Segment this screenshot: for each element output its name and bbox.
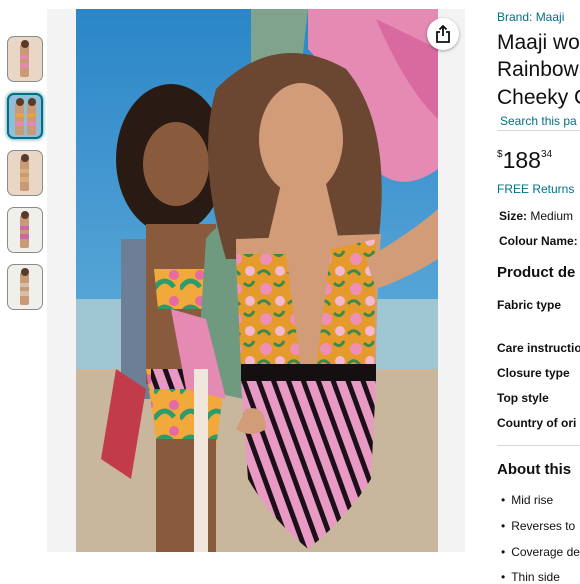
about-bullet: Coverage de bbox=[501, 545, 580, 559]
product-title-line-2: Rainbow bbox=[497, 58, 579, 81]
about-this-item-heading: About this bbox=[497, 461, 572, 478]
product-title-line-3: Cheeky C bbox=[497, 86, 580, 109]
spec-top-style: Top style bbox=[497, 391, 549, 405]
size-value: Medium bbox=[530, 209, 574, 223]
colour-selection: Colour Name: bbox=[499, 234, 578, 248]
colour-label: Colour Name: bbox=[499, 234, 578, 248]
thumbnail-1[interactable] bbox=[7, 36, 43, 82]
spec-care-instructions: Care instructio bbox=[497, 341, 580, 355]
price-currency: $ bbox=[497, 149, 503, 160]
about-bullet: Reverses to bbox=[501, 519, 575, 533]
spec-fabric-type: Fabric type bbox=[497, 298, 562, 312]
thumbnail-3[interactable] bbox=[7, 150, 43, 196]
search-this-page-link[interactable]: Search this pa bbox=[500, 114, 577, 128]
brand-link[interactable]: Brand: Maaji bbox=[497, 10, 564, 24]
product-details-heading: Product de bbox=[497, 264, 576, 281]
spec-country-of-origin: Country of ori bbox=[497, 416, 577, 430]
size-label: Size: bbox=[499, 209, 528, 223]
price-whole: 188 bbox=[502, 147, 541, 173]
thumbnail-2[interactable] bbox=[7, 93, 43, 139]
share-button[interactable] bbox=[427, 18, 459, 50]
product-title-line-1: Maaji wo bbox=[497, 31, 580, 54]
about-bullet: Mid rise bbox=[501, 493, 553, 507]
product-main-image[interactable] bbox=[76, 9, 438, 552]
share-icon bbox=[436, 25, 450, 43]
thumbnail-5[interactable] bbox=[7, 264, 43, 310]
thumbnail-4[interactable] bbox=[7, 207, 43, 253]
free-returns-link[interactable]: FREE Returns bbox=[497, 182, 574, 196]
price-fraction: 34 bbox=[540, 149, 553, 160]
about-bullet: Thin side bbox=[501, 570, 560, 584]
price: $18834 bbox=[497, 147, 552, 174]
thumbnail-strip bbox=[7, 36, 43, 321]
size-selection: Size: Medium bbox=[499, 209, 573, 223]
divider bbox=[497, 130, 580, 131]
divider bbox=[497, 445, 580, 446]
spec-closure-type: Closure type bbox=[497, 366, 570, 380]
